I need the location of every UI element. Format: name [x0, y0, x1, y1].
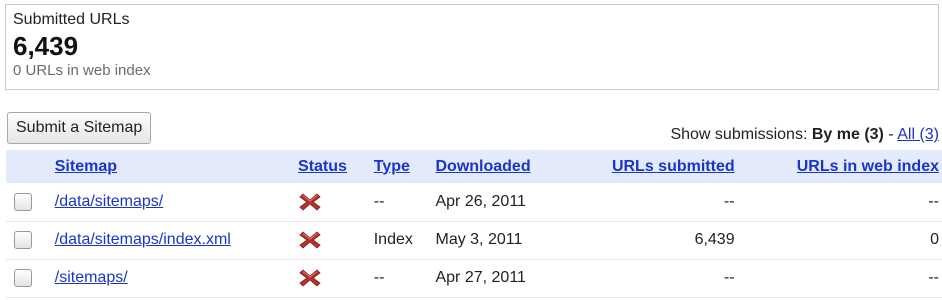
header-status: Status [298, 150, 374, 183]
row-checkbox[interactable] [14, 192, 32, 211]
sitemap-link[interactable]: /sitemaps/ [55, 269, 128, 286]
header-sitemap: Sitemap [55, 150, 298, 183]
sort-urls-indexed-link[interactable]: URLs in web index [797, 158, 939, 175]
header-type: Type [374, 150, 436, 183]
row-urls-indexed: -- [928, 192, 939, 210]
sort-type-link[interactable]: Type [374, 158, 410, 175]
submitted-url-count: 6,439 [13, 31, 79, 61]
header-urls-submitted: URLs submitted [579, 150, 735, 183]
header-urls-in-web-index: URLs in web index [735, 150, 942, 183]
row-urls-submitted: 6,439 [694, 231, 735, 248]
row-urls-submitted: -- [723, 192, 735, 210]
row-type: -- [373, 269, 385, 286]
filter-by-me: By me (3) [811, 126, 884, 143]
show-submissions-filter: Show submissions: By me (3) - All (3) [670, 126, 939, 144]
table-row: /data/sitemaps/ -- Apr 26, 2011 -- -- [6, 183, 942, 221]
row-urls-indexed: -- [928, 269, 939, 286]
row-checkbox[interactable] [14, 268, 32, 287]
row-type: Index [373, 231, 413, 248]
row-urls-indexed: 0 [930, 231, 939, 248]
filter-all-link[interactable]: All (3) [897, 126, 939, 143]
sitemap-link[interactable]: /data/sitemaps/ [55, 193, 164, 210]
row-downloaded: May 3, 2011 [435, 231, 523, 248]
row-downloaded: Apr 27, 2011 [435, 269, 526, 286]
sort-sitemap-link[interactable]: Sitemap [55, 158, 117, 175]
sort-urls-submitted-link[interactable]: URLs submitted [612, 158, 735, 175]
error-x-icon[interactable] [298, 191, 322, 213]
error-x-icon[interactable] [298, 267, 322, 289]
submitted-urls-summary: Submitted URLs 6,439 0 URLs in web index [5, 4, 939, 90]
sitemap-link[interactable]: /data/sitemaps/index.xml [55, 231, 231, 248]
header-downloaded: Downloaded [435, 150, 578, 183]
sort-downloaded-link[interactable]: Downloaded [435, 158, 530, 175]
filter-label: Show submissions: [670, 126, 812, 143]
summary-title: Submitted URLs [13, 11, 130, 28]
table-row: /data/sitemaps/index.xml Index May 3, 20… [6, 221, 942, 259]
table-row: /sitemaps/ -- Apr 27, 2011 -- -- [6, 259, 942, 297]
row-downloaded: Apr 26, 2011 [435, 192, 526, 210]
submit-sitemap-button[interactable]: Submit a Sitemap [7, 112, 152, 144]
sort-status-link[interactable]: Status [298, 158, 347, 175]
row-checkbox[interactable] [14, 230, 32, 249]
error-x-icon[interactable] [298, 229, 322, 251]
table-header-row: Sitemap Status Type Downloaded URLs subm… [6, 150, 942, 183]
filter-separator: - [883, 126, 898, 143]
header-checkbox-column [6, 150, 55, 183]
row-type: -- [373, 192, 385, 210]
row-urls-submitted: -- [723, 269, 735, 286]
sitemaps-table: Sitemap Status Type Downloaded URLs subm… [6, 150, 942, 298]
indexed-url-count: 0 URLs in web index [13, 62, 151, 79]
